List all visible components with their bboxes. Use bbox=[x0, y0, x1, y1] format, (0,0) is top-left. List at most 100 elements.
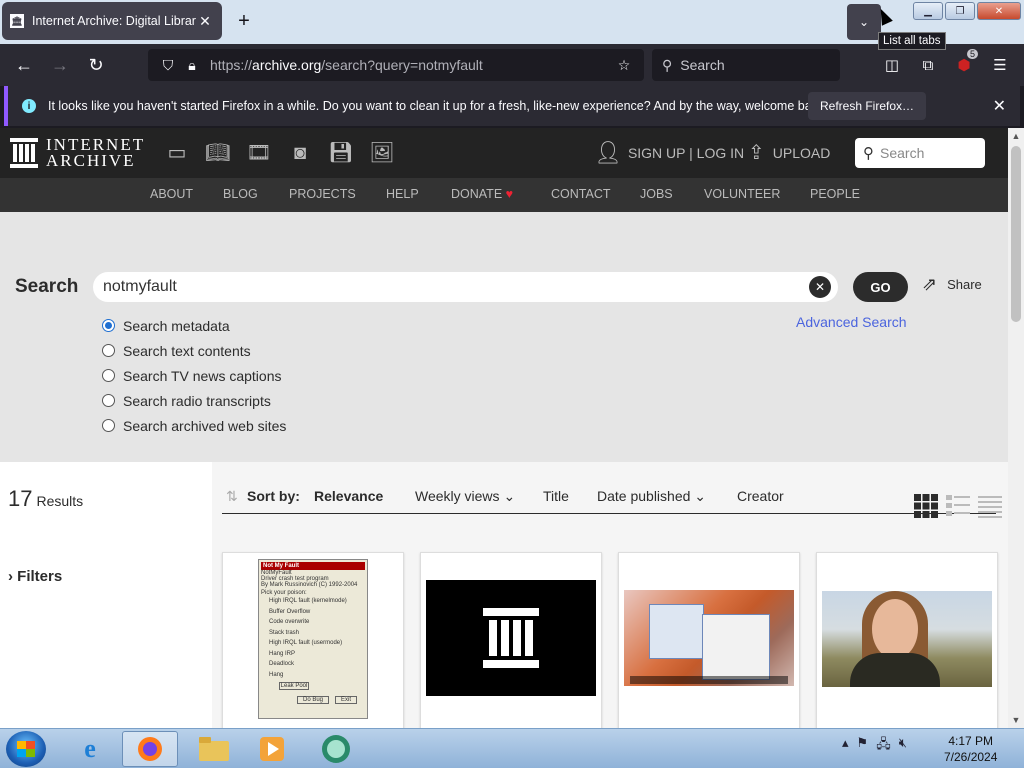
extensions-icon[interactable]: ⧉ bbox=[912, 49, 944, 81]
page-scrollbar[interactable]: ▲ ▼ bbox=[1008, 128, 1024, 728]
ublock-icon[interactable]: ⬢ 5 bbox=[948, 49, 980, 81]
filters-toggle[interactable]: › Filters bbox=[8, 568, 62, 585]
ia-menu-bar: ABOUT BLOG PROJECTS HELP DONATE ♥ CONTAC… bbox=[0, 178, 1008, 212]
person-video-thumbnail bbox=[822, 591, 992, 687]
scrollbar-thumb[interactable] bbox=[1011, 146, 1021, 322]
forward-arrow-icon[interactable]: → bbox=[42, 47, 78, 83]
hamburger-menu-icon[interactable]: ☰ bbox=[984, 49, 1016, 81]
result-tile[interactable] bbox=[420, 552, 602, 728]
chevron-down-icon: ⌄ bbox=[503, 488, 516, 504]
back-arrow-icon[interactable]: ← bbox=[6, 47, 42, 83]
tab-title: Internet Archive: Digital Library bbox=[32, 14, 196, 28]
menu-jobs[interactable]: JOBS bbox=[640, 187, 673, 201]
radio-search-metadata[interactable]: Search metadata bbox=[102, 313, 286, 338]
radio-button[interactable] bbox=[102, 344, 115, 357]
menu-projects[interactable]: PROJECTS bbox=[289, 187, 356, 201]
sort-direction-icon[interactable]: ⇅ bbox=[226, 488, 238, 505]
menu-people[interactable]: PEOPLE bbox=[810, 187, 860, 201]
web-archive-icon[interactable]: ▭ bbox=[164, 140, 190, 166]
start-button[interactable] bbox=[6, 731, 46, 767]
query-input[interactable]: notmyfault bbox=[93, 272, 838, 302]
close-window-button[interactable]: ✕ bbox=[977, 2, 1021, 20]
sort-relevance[interactable]: Relevance bbox=[314, 488, 383, 504]
radio-search-web[interactable]: Search archived web sites bbox=[102, 413, 286, 438]
browser-search-input[interactable]: ⚲ Search bbox=[652, 49, 840, 81]
radio-button[interactable] bbox=[102, 369, 115, 382]
ia-top-nav: INTERNET ARCHIVE ▭ 📖︎ 🎞︎ ◙ 💾︎ 🖼︎ 👤︎ SIGN… bbox=[0, 128, 1008, 178]
list-compact-view-icon[interactable] bbox=[978, 494, 1002, 518]
menu-blog[interactable]: BLOG bbox=[223, 187, 258, 201]
user-icon: 👤︎ bbox=[594, 140, 622, 165]
texts-book-icon[interactable]: 📖︎ bbox=[205, 140, 231, 166]
signup-login-link[interactable]: 👤︎ SIGN UP | LOG IN bbox=[594, 140, 744, 166]
result-tile[interactable] bbox=[816, 552, 998, 728]
audio-speaker-icon[interactable]: ◙ bbox=[287, 140, 313, 166]
teamviewer-icon[interactable] bbox=[308, 731, 364, 767]
taskbar-clock[interactable]: 4:17 PM 7/26/2024 bbox=[944, 733, 997, 765]
menu-volunteer[interactable]: VOLUNTEER bbox=[704, 187, 780, 201]
restore-button[interactable]: ❐ bbox=[945, 2, 975, 20]
refresh-firefox-button[interactable]: Refresh Firefox… bbox=[808, 92, 927, 120]
url-text[interactable]: https://archive.org/search?query=notmyfa… bbox=[210, 57, 612, 73]
sort-date-published[interactable]: Date published ⌄ bbox=[597, 488, 706, 505]
network-icon[interactable]: 🖧︎ bbox=[876, 735, 891, 757]
radio-search-tv[interactable]: Search TV news captions bbox=[102, 363, 286, 388]
media-player-icon[interactable] bbox=[244, 731, 300, 767]
video-film-icon[interactable]: 🎞︎ bbox=[246, 140, 272, 166]
sort-creator[interactable]: Creator bbox=[737, 488, 784, 504]
radio-search-radio[interactable]: Search radio transcripts bbox=[102, 388, 286, 413]
tab-close-icon[interactable]: ✕ bbox=[196, 13, 214, 30]
lock-icon[interactable]: 🔒︎ bbox=[180, 57, 204, 74]
advanced-search-link[interactable]: Advanced Search bbox=[796, 314, 907, 330]
chevron-down-icon: ⌄ bbox=[694, 488, 707, 504]
menu-contact[interactable]: CONTACT bbox=[551, 187, 611, 201]
info-icon: i bbox=[22, 99, 36, 113]
radio-button[interactable] bbox=[102, 319, 115, 332]
menu-help[interactable]: HELP bbox=[386, 187, 419, 201]
list-detail-view-icon[interactable] bbox=[946, 494, 970, 518]
volume-muted-icon[interactable]: 🔇︎ bbox=[899, 735, 907, 757]
show-hidden-icons-icon[interactable]: ▴ bbox=[842, 735, 849, 757]
reload-icon[interactable]: ↻ bbox=[78, 47, 114, 83]
sort-weekly-views[interactable]: Weekly views ⌄ bbox=[415, 488, 515, 505]
upload-link[interactable]: ⇪ UPLOAD bbox=[748, 140, 830, 165]
clear-query-button[interactable]: ✕ bbox=[809, 276, 831, 298]
sort-title[interactable]: Title bbox=[543, 488, 569, 504]
notification-close-icon[interactable]: ✕ bbox=[993, 96, 1006, 116]
pocket-icon[interactable]: ◫ bbox=[876, 49, 908, 81]
desktop-screenshot-thumbnail bbox=[624, 590, 794, 686]
sort-label: Sort by: bbox=[247, 488, 300, 504]
tab-internet-archive[interactable]: 🏛 Internet Archive: Digital Library ✕ bbox=[2, 2, 222, 40]
software-floppy-icon[interactable]: 💾︎ bbox=[328, 140, 354, 166]
bookmark-star-icon[interactable]: ☆ bbox=[612, 57, 636, 74]
scroll-down-icon[interactable]: ▼ bbox=[1008, 712, 1024, 728]
grid-view-icon[interactable] bbox=[914, 494, 938, 518]
menu-donate[interactable]: DONATE ♥ bbox=[451, 187, 513, 201]
action-center-flag-icon[interactable]: ⚑ bbox=[857, 735, 869, 757]
shield-icon[interactable]: ⛉ bbox=[156, 57, 180, 74]
result-tile[interactable] bbox=[618, 552, 800, 728]
clock-time: 4:17 PM bbox=[948, 734, 994, 748]
radio-search-text[interactable]: Search text contents bbox=[102, 338, 286, 363]
file-explorer-icon[interactable] bbox=[186, 731, 242, 767]
url-bar[interactable]: ⛉ 🔒︎ https://archive.org/search?query=no… bbox=[148, 49, 644, 81]
ia-search-input[interactable]: ⚲ Search bbox=[855, 138, 985, 168]
share-button[interactable]: ⇗ Share bbox=[922, 274, 982, 295]
firefox-taskbar-icon[interactable] bbox=[122, 731, 178, 767]
scroll-up-icon[interactable]: ▲ bbox=[1008, 128, 1024, 144]
images-icon[interactable]: 🖼︎ bbox=[369, 140, 395, 166]
share-label: Share bbox=[947, 277, 982, 292]
result-tile[interactable]: Not My Fault NotMyFault Driver crash tes… bbox=[222, 552, 404, 728]
radio-button[interactable] bbox=[102, 419, 115, 432]
list-all-tabs-button[interactable]: ⌄ bbox=[847, 4, 881, 40]
internet-explorer-icon[interactable]: e bbox=[62, 731, 118, 767]
chevron-down-icon: ⌄ bbox=[858, 15, 870, 29]
menu-about[interactable]: ABOUT bbox=[150, 187, 193, 201]
ia-logo[interactable]: INTERNET ARCHIVE bbox=[10, 136, 145, 169]
archive-placeholder-thumbnail bbox=[426, 580, 596, 696]
minimize-button[interactable]: ▁ bbox=[913, 2, 943, 20]
new-tab-button[interactable]: + bbox=[232, 10, 256, 34]
media-type-icons: ▭ 📖︎ 🎞︎ ◙ 💾︎ 🖼︎ bbox=[164, 140, 395, 166]
radio-button[interactable] bbox=[102, 394, 115, 407]
go-button[interactable]: GO bbox=[853, 272, 908, 302]
